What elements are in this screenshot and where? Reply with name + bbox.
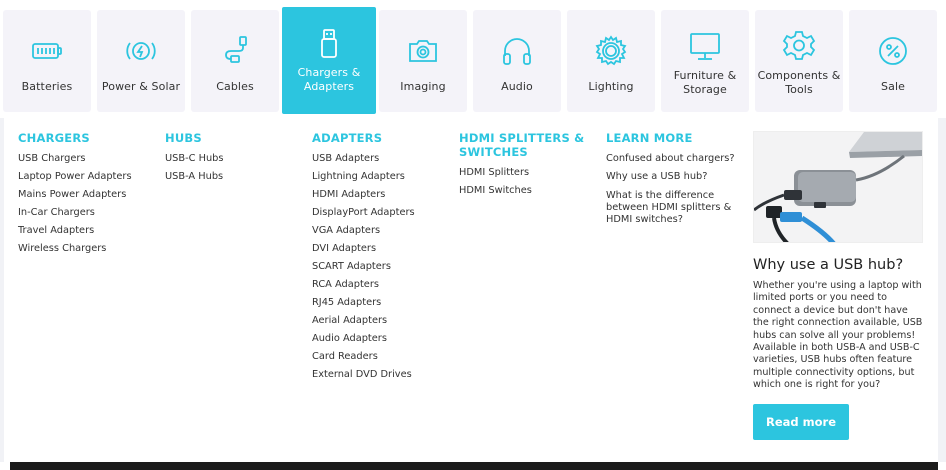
battery-icon: [3, 34, 91, 68]
category-bar: Batteries Power & Solar Cables Chargers …: [0, 0, 946, 118]
menu-column-learn-more: LEARN MORE Confused about chargers? Why …: [606, 131, 741, 226]
mega-menu-panel: CHARGERS USB Chargers Laptop Power Adapt…: [4, 117, 938, 462]
menu-link[interactable]: VGA Adapters: [312, 222, 452, 240]
category-furniture-storage[interactable]: Furniture & Storage: [661, 10, 749, 112]
promo-card: Why use a USB hub? Whether you're using …: [753, 131, 925, 440]
menu-heading[interactable]: HUBS: [165, 131, 305, 145]
menu-heading[interactable]: HDMI SPLITTERS & SWITCHES: [459, 131, 589, 159]
category-imaging[interactable]: Imaging: [379, 10, 467, 112]
category-label: Audio: [501, 80, 533, 93]
menu-heading[interactable]: LEARN MORE: [606, 131, 741, 145]
menu-link[interactable]: Audio Adapters: [312, 330, 452, 348]
light-icon: [567, 34, 655, 68]
menu-link[interactable]: DVI Adapters: [312, 240, 452, 258]
category-components-tools[interactable]: Components & Tools: [755, 10, 843, 112]
menu-link[interactable]: USB-C Hubs: [165, 150, 305, 168]
promo-title: Why use a USB hub?: [753, 257, 904, 273]
menu-link[interactable]: Why use a USB hub?: [606, 168, 741, 186]
category-label: Lighting: [588, 80, 634, 93]
menu-link[interactable]: HDMI Splitters: [459, 164, 589, 182]
background-strip: [0, 462, 946, 470]
camera-icon: [379, 34, 467, 68]
cable-icon: [191, 34, 279, 68]
category-batteries[interactable]: Batteries: [3, 10, 91, 112]
category-label: Furniture & Storage: [673, 69, 737, 96]
menu-link[interactable]: DisplayPort Adapters: [312, 204, 452, 222]
menu-link[interactable]: USB-A Hubs: [165, 168, 305, 186]
category-label: Components & Tools: [757, 69, 841, 96]
read-more-button[interactable]: Read more: [753, 404, 849, 440]
category-label: Sale: [881, 80, 905, 93]
menu-link[interactable]: Aerial Adapters: [312, 312, 452, 330]
category-cables[interactable]: Cables: [191, 10, 279, 112]
menu-link[interactable]: Laptop Power Adapters: [18, 168, 158, 186]
category-label: Power & Solar: [101, 80, 181, 93]
category-label: Chargers & Adapters: [297, 66, 361, 93]
power-icon: [97, 34, 185, 68]
menu-heading[interactable]: CHARGERS: [18, 131, 158, 145]
menu-link[interactable]: RJ45 Adapters: [312, 294, 452, 312]
menu-link[interactable]: External DVD Drives: [312, 366, 452, 384]
menu-column-chargers: CHARGERS USB Chargers Laptop Power Adapt…: [18, 131, 158, 258]
monitor-icon: [661, 30, 749, 64]
category-sale[interactable]: Sale: [849, 10, 937, 112]
menu-link[interactable]: HDMI Switches: [459, 182, 589, 200]
category-label: Batteries: [21, 80, 73, 93]
menu-link[interactable]: In-Car Chargers: [18, 204, 158, 222]
menu-link[interactable]: Wireless Chargers: [18, 240, 158, 258]
menu-link[interactable]: USB Chargers: [18, 150, 158, 168]
menu-link[interactable]: Lightning Adapters: [312, 168, 452, 186]
category-label: Cables: [216, 80, 254, 93]
usb-hub-image[interactable]: [753, 131, 923, 243]
menu-column-hubs: HUBS USB-C Hubs USB-A Hubs: [165, 131, 305, 186]
menu-column-hdmi: HDMI SPLITTERS & SWITCHES HDMI Splitters…: [459, 131, 589, 200]
menu-link[interactable]: Confused about chargers?: [606, 150, 741, 168]
menu-link[interactable]: Card Readers: [312, 348, 452, 366]
usb-icon: [282, 27, 376, 61]
menu-link[interactable]: What is the difference between HDMI spli…: [606, 190, 741, 226]
menu-link[interactable]: SCART Adapters: [312, 258, 452, 276]
category-audio[interactable]: Audio: [473, 10, 561, 112]
promo-text: Whether you're using a laptop with limit…: [753, 280, 923, 391]
menu-heading[interactable]: ADAPTERS: [312, 131, 452, 145]
menu-link[interactable]: Mains Power Adapters: [18, 186, 158, 204]
headphones-icon: [473, 34, 561, 68]
menu-link[interactable]: HDMI Adapters: [312, 186, 452, 204]
menu-link[interactable]: RCA Adapters: [312, 276, 452, 294]
category-chargers-adapters[interactable]: Chargers & Adapters: [282, 7, 376, 114]
category-power-solar[interactable]: Power & Solar: [97, 10, 185, 112]
gear-icon: [755, 28, 843, 62]
menu-link[interactable]: USB Adapters: [312, 150, 452, 168]
menu-column-adapters: ADAPTERS USB Adapters Lightning Adapters…: [312, 131, 452, 384]
sale-icon: [849, 34, 937, 68]
menu-link[interactable]: Travel Adapters: [18, 222, 158, 240]
category-lighting[interactable]: Lighting: [567, 10, 655, 112]
category-label: Imaging: [400, 80, 446, 93]
